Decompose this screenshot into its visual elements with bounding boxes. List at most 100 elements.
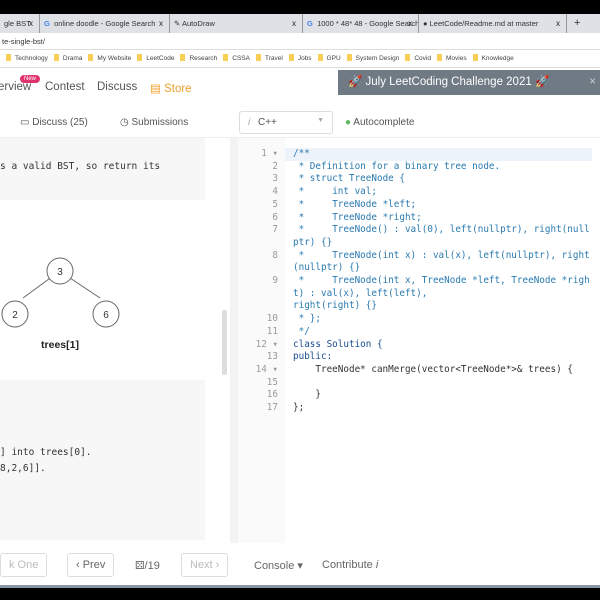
nav-store[interactable]: ▤ Store bbox=[150, 81, 192, 95]
code-line: * struct TreeNode { bbox=[293, 173, 405, 185]
browser-tab[interactable]: ● LeetCode/Readme.md at master x bbox=[419, 14, 567, 33]
line-number: 1 ▾ bbox=[261, 148, 278, 159]
contribute-button[interactable]: Contribute i bbox=[322, 559, 378, 571]
bookmark-item[interactable]: Jobs bbox=[288, 50, 312, 68]
challenge-banner[interactable]: 🚀 July LeetCoding Challenge 2021 🚀 × bbox=[338, 70, 600, 95]
line-number: 10 bbox=[266, 313, 278, 325]
line-number: 6 bbox=[272, 211, 278, 223]
nav-contest[interactable]: Contest bbox=[45, 81, 85, 93]
info-icon: i bbox=[248, 117, 251, 128]
autocomplete-toggle[interactable]: ● Autocomplete bbox=[345, 117, 414, 128]
browser-tab[interactable]: ✎ AutoDraw x bbox=[170, 14, 303, 33]
folder-icon bbox=[6, 54, 11, 61]
bookmarks-bar: Technology Drama My Website LeetCode Researc… bbox=[0, 50, 600, 68]
bookmark-item[interactable]: CSSA bbox=[223, 50, 250, 68]
panel-resize-handle[interactable] bbox=[230, 138, 238, 543]
browser-tab[interactable]: G 1000 * 48* 48 - Google Search x bbox=[303, 14, 419, 33]
bookmark-item[interactable]: LeetCode bbox=[137, 50, 174, 68]
bookmark-item[interactable]: System Design bbox=[346, 50, 399, 68]
tree-edge bbox=[22, 275, 54, 299]
line-number: 3 bbox=[272, 173, 278, 185]
close-tab-icon[interactable]: x bbox=[29, 14, 33, 33]
line-number: 16 bbox=[266, 389, 278, 401]
code-editor[interactable]: 1 ▾ /** 2 * Definition for a binary tree n… bbox=[238, 138, 600, 543]
code-lines: 1 ▾ /** 2 * Definition for a binary tree n… bbox=[238, 148, 600, 415]
line-number: 11 bbox=[266, 325, 278, 337]
code-line: * Definition for a binary tree node. bbox=[293, 160, 501, 172]
chevron-down-icon: ▼ bbox=[317, 117, 324, 124]
code-line: * TreeNode() : val(0), left(nullptr), ri… bbox=[293, 224, 590, 248]
submissions-tab[interactable]: ◷ Submissions bbox=[120, 117, 188, 128]
code-line: TreeNode* canMerge(vector<TreeNode*>& tr… bbox=[293, 363, 573, 375]
close-tab-icon[interactable]: x bbox=[292, 14, 296, 33]
code-row: 4 * int val; bbox=[238, 186, 600, 199]
console-button[interactable]: Console ▾ bbox=[254, 559, 303, 572]
next-button[interactable]: Next › bbox=[181, 553, 229, 577]
code-row: 6 * TreeNode *right; bbox=[238, 212, 600, 225]
line-number: 15 bbox=[266, 376, 278, 388]
folder-icon bbox=[405, 54, 411, 61]
problem-counter[interactable]: ⚄/19 bbox=[135, 559, 160, 572]
bookmark-item[interactable]: Research bbox=[180, 50, 217, 68]
bookmark-item[interactable]: Movies bbox=[436, 50, 467, 68]
code-row: 11 */ bbox=[238, 326, 600, 339]
bookmark-item[interactable]: Technology bbox=[6, 50, 48, 68]
bookmark-item[interactable]: GPU bbox=[317, 50, 341, 68]
folder-icon bbox=[436, 54, 442, 61]
code-line: * TreeNode *left; bbox=[293, 198, 417, 210]
google-icon: G bbox=[44, 19, 50, 28]
code-line: * TreeNode(int x) : val(x), left(nullptr… bbox=[293, 249, 590, 274]
line-number: 5 bbox=[272, 198, 278, 210]
code-line: * TreeNode *right; bbox=[293, 211, 422, 223]
bookmark-item[interactable]: Travel bbox=[255, 50, 283, 68]
scrollbar[interactable] bbox=[222, 310, 227, 375]
bottom-bar: k One ‹ Prev ⚄/19 Next › Console ▾ Contr… bbox=[0, 543, 600, 588]
bookmark-item[interactable]: Drama bbox=[53, 50, 82, 68]
discuss-tab[interactable]: ▭ Discuss (25) bbox=[20, 117, 88, 128]
code-row: 2 * Definition for a binary tree node. bbox=[238, 161, 600, 174]
pick-one-button[interactable]: k One bbox=[0, 553, 48, 577]
line-number: 8 bbox=[272, 249, 278, 261]
explanation-box: s a valid BST, so return its bbox=[0, 138, 205, 200]
tree-edge bbox=[66, 275, 101, 299]
taskbar-edge bbox=[0, 585, 600, 588]
new-tab-button[interactable]: + bbox=[570, 14, 590, 33]
code-row: right(right) {} bbox=[238, 300, 600, 313]
bookmark-item[interactable]: Covid bbox=[405, 50, 431, 68]
code-line: * }; bbox=[293, 313, 321, 325]
bookmark-item[interactable]: Knowledge bbox=[472, 50, 514, 68]
nav-discuss[interactable]: Discuss bbox=[97, 81, 137, 93]
close-icon[interactable]: × bbox=[589, 70, 596, 95]
folder-icon bbox=[137, 54, 143, 61]
autodraw-icon: ✎ bbox=[174, 19, 181, 28]
folder-icon bbox=[346, 54, 352, 61]
close-tab-icon[interactable]: x bbox=[159, 14, 163, 33]
code-line: public: bbox=[293, 351, 333, 363]
node-label: 6 bbox=[103, 310, 109, 321]
problem-toolbar: ▭ Discuss (25) ◷ Submissions i C++ ▼ ● Aut… bbox=[0, 108, 600, 138]
code-row: 3 * struct TreeNode { bbox=[238, 173, 600, 186]
node-label: 3 bbox=[57, 267, 63, 278]
browser-tab[interactable]: G online doodle - Google Search x bbox=[40, 14, 170, 33]
folder-icon bbox=[88, 54, 94, 61]
bookmark-item[interactable]: My Website bbox=[88, 50, 131, 68]
folder-icon bbox=[317, 54, 323, 61]
language-select[interactable]: i C++ ▼ bbox=[239, 111, 333, 134]
code-line: * int val; bbox=[293, 186, 377, 198]
code-row: 14 ▾ TreeNode* canMerge(vector<TreeNode*… bbox=[238, 364, 600, 377]
folder-icon bbox=[472, 54, 478, 61]
close-tab-icon[interactable]: x bbox=[556, 14, 560, 33]
close-tab-icon[interactable]: x bbox=[408, 14, 412, 33]
google-icon: G bbox=[307, 19, 313, 28]
prev-button[interactable]: ‹ Prev bbox=[67, 553, 115, 577]
node-label: 2 bbox=[12, 310, 18, 321]
browser-tab-bar: gle BST x G online doodle - Google Search… bbox=[0, 14, 600, 33]
code-line: class Solution { bbox=[293, 338, 383, 350]
address-bar[interactable]: te-single-bst/ bbox=[0, 33, 600, 50]
code-line: /** bbox=[285, 148, 592, 161]
tree-diagram: 3 2 6 trees[1] bbox=[1, 257, 120, 351]
new-badge: New bbox=[20, 75, 41, 83]
browser-tab[interactable]: gle BST x bbox=[0, 14, 40, 33]
code-row: 5 * TreeNode *left; bbox=[238, 199, 600, 212]
